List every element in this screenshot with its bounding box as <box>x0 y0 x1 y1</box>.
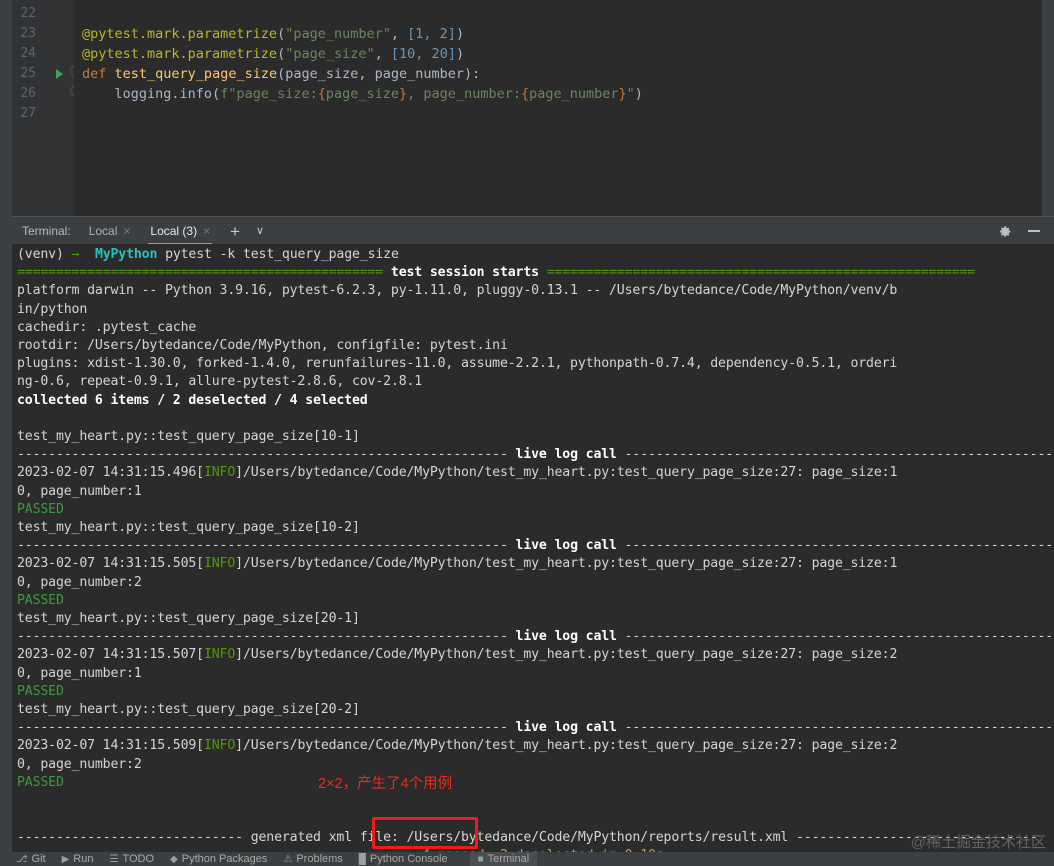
test-result-passed: PASSED <box>17 501 64 517</box>
status-bar: ⎇ Git ▶ Run ☰ TODO ◆ Python Packages ⚠ Proble… <box>0 852 1054 866</box>
session-start-line: ========================================… <box>17 265 976 281</box>
status-item-python-packages[interactable]: ◆ Python Packages <box>170 853 267 865</box>
run-test-arrow-icon[interactable] <box>56 69 63 79</box>
add-terminal-icon[interactable]: + <box>230 223 240 240</box>
gear-icon[interactable] <box>999 225 1012 238</box>
code-line-25: def test_query_page_size(page_size, page… <box>82 64 480 84</box>
test-node-id: test_my_heart.py::test_query_page_size[2… <box>17 702 360 718</box>
test-result-passed: PASSED <box>17 774 64 790</box>
annotation-text: 2×2，产生了4个用例 <box>318 776 453 792</box>
terminal-tool-header: Terminal: Local × Local (3) × + ∨ <box>12 216 1054 245</box>
status-item-python-console[interactable]: █ Python Console <box>359 853 448 865</box>
status-item-run[interactable]: ▶ Run <box>62 853 94 865</box>
minimize-icon[interactable] <box>1028 230 1040 232</box>
status-item-git[interactable]: ⎇ Git <box>16 853 46 865</box>
close-icon[interactable]: × <box>123 225 130 237</box>
ide-window: 22 23 24 25 26 27 ⓧ ⓧ @pytest.mark.param… <box>0 0 1054 866</box>
collected-line: collected 6 items / 2 deselected / 4 sel… <box>17 392 368 408</box>
log-record-wrap: 0, page_number:1 <box>17 483 142 499</box>
editor-scrollbar-rail[interactable] <box>1042 0 1054 216</box>
problems-icon: ⚠ <box>283 853 293 865</box>
test-node-id: test_my_heart.py::test_query_page_size[1… <box>17 429 360 445</box>
function-args-token: (page_size, page_number): <box>277 66 481 82</box>
plugins-line: plugins: xdist-1.30.0, forked-1.4.0, rer… <box>17 356 898 372</box>
terminal-prompt-line: (venv) → MyPython pytest -k test_query_p… <box>17 247 399 262</box>
terminal-tab-local[interactable]: Local × <box>87 220 133 243</box>
log-record-line: 2023-02-07 14:31:15.509[INFO]/Users/byte… <box>17 738 898 754</box>
platform-line-wrap: in/python <box>17 301 88 317</box>
watermark: @稀土掘金技术社区 <box>910 834 1046 851</box>
run-icon: ▶ <box>61 853 70 865</box>
decorator-token: @pytest.mark.parametrize <box>82 26 278 42</box>
terminal-header-actions <box>999 225 1040 238</box>
code-line-23: @pytest.mark.parametrize("page_number", … <box>82 26 465 42</box>
python-packages-icon: ◆ <box>170 853 178 865</box>
log-record-wrap: 0, page_number:1 <box>17 665 142 681</box>
code-line-26: logging.info(f"page_size:{page_size}, pa… <box>114 86 643 102</box>
left-tool-strip: Structure Bookmarks <box>0 216 12 866</box>
terminal-tab-title: Local <box>88 223 118 238</box>
code-line-24: @pytest.mark.parametrize("page_size", [1… <box>82 46 465 62</box>
test-node-id: test_my_heart.py::test_query_page_size[2… <box>17 611 360 627</box>
live-log-separator: ----------------------------------------… <box>17 447 1054 463</box>
terminal-tab-title: Local (3) <box>150 223 198 238</box>
git-icon: ⎇ <box>16 853 28 865</box>
editor-body[interactable]: 22 23 24 25 26 27 ⓧ ⓧ @pytest.mark.param… <box>12 0 1054 216</box>
log-record-wrap: 0, page_number:2 <box>17 756 142 772</box>
rootdir-line: rootdir: /Users/bytedance/Code/MyPython,… <box>17 338 508 354</box>
chevron-down-icon[interactable]: ∨ <box>256 225 264 237</box>
code-text-area[interactable]: @pytest.mark.parametrize("page_number", … <box>74 0 1054 216</box>
terminal-output[interactable]: (venv) → MyPython pytest -k test_query_p… <box>12 244 1054 854</box>
line-number: 23 <box>20 26 36 41</box>
plugins-line-wrap: ng-0.6, repeat-0.9.1, allure-pytest-2.8.… <box>17 374 423 390</box>
todo-icon: ☰ <box>109 853 119 865</box>
function-name-token: test_query_page_size <box>114 66 278 82</box>
live-log-separator: ----------------------------------------… <box>17 629 1054 645</box>
def-keyword: def <box>82 66 107 82</box>
live-log-separator: ----------------------------------------… <box>17 538 1054 554</box>
param-name-token: page_number <box>293 26 383 42</box>
decorator-token: @pytest.mark.parametrize <box>82 46 278 62</box>
line-number: 26 <box>20 86 36 101</box>
param-name-token: page_size <box>293 46 367 62</box>
python-console-icon: █ <box>358 853 366 865</box>
line-number: 27 <box>20 106 36 121</box>
line-number: 25 <box>20 66 36 81</box>
platform-line: platform darwin -- Python 3.9.16, pytest… <box>17 283 898 299</box>
terminal-label: Terminal: <box>22 224 71 238</box>
test-result-passed: PASSED <box>17 683 64 699</box>
test-node-id: test_my_heart.py::test_query_page_size[1… <box>17 520 360 536</box>
test-result-passed: PASSED <box>17 592 64 608</box>
cachedir-line: cachedir: .pytest_cache <box>17 319 197 335</box>
log-record-line: 2023-02-07 14:31:15.507[INFO]/Users/byte… <box>17 647 898 663</box>
generated-xml-line: ----------------------------- generated … <box>17 829 1038 845</box>
editor-gutter[interactable]: 22 23 24 25 26 27 ⓧ ⓧ <box>12 0 81 216</box>
code-editor: 22 23 24 25 26 27 ⓧ ⓧ @pytest.mark.param… <box>0 0 1054 216</box>
log-record-line: 2023-02-07 14:31:15.496[INFO]/Users/byte… <box>17 465 898 481</box>
line-number: 22 <box>20 6 36 21</box>
terminal-icon: ■ <box>477 853 484 865</box>
log-record-line: 2023-02-07 14:31:15.505[INFO]/Users/byte… <box>17 556 898 572</box>
line-number: 24 <box>20 46 36 61</box>
live-log-separator: ----------------------------------------… <box>17 720 1054 736</box>
status-item-problems[interactable]: ⚠ Problems <box>283 853 342 865</box>
status-item-terminal[interactable]: ■ Terminal <box>469 852 538 866</box>
log-record-wrap: 0, page_number:2 <box>17 574 142 590</box>
status-item-todo[interactable]: ☰ TODO <box>109 853 154 865</box>
terminal-tab-local-3[interactable]: Local (3) × <box>148 220 212 245</box>
close-icon[interactable]: × <box>203 225 210 237</box>
logging-call-token: logging.info( <box>114 86 221 102</box>
